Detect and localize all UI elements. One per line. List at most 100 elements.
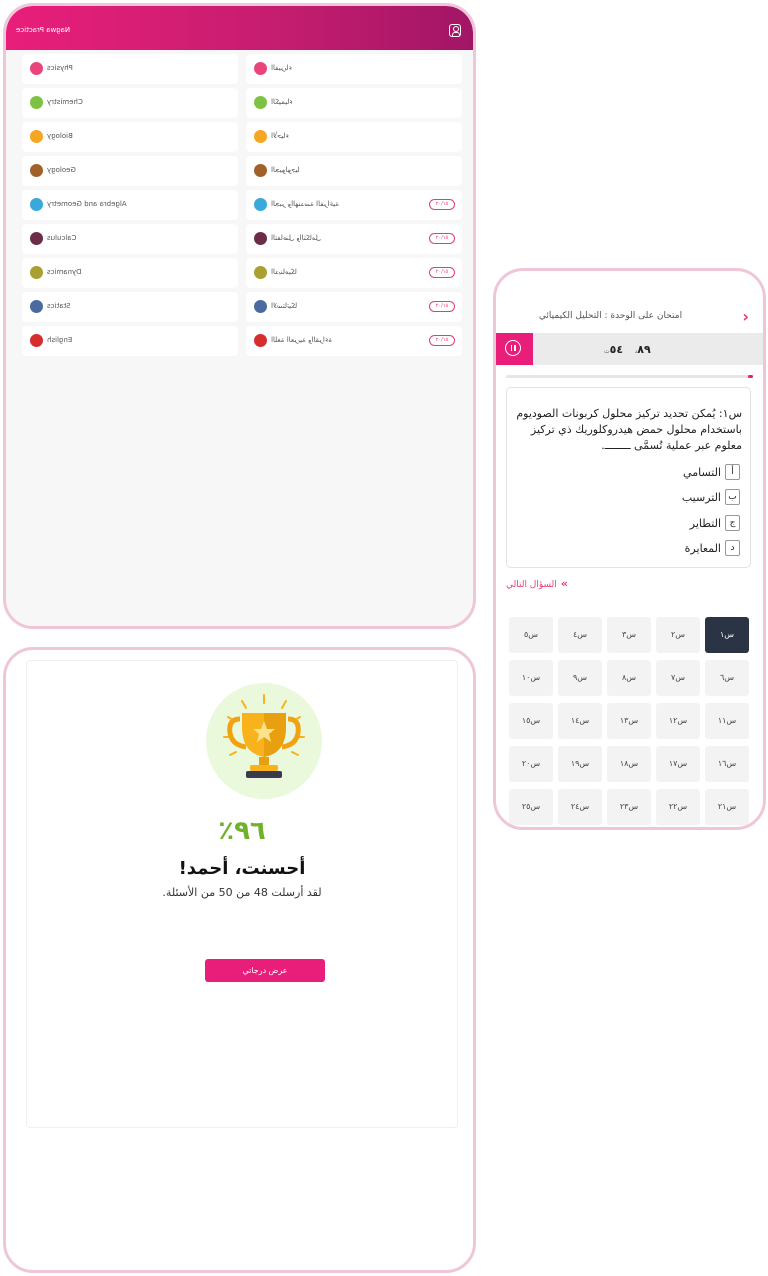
question-number-button[interactable]: س١٣ bbox=[607, 703, 651, 739]
subject-icon bbox=[254, 62, 267, 75]
subject-card[interactable]: الجبر والهندسة الفراغية ٢٠/١٥ bbox=[246, 190, 462, 220]
subject-icon bbox=[30, 232, 43, 245]
subject-card[interactable]: الفيزياء bbox=[246, 54, 462, 84]
subject-card[interactable]: الاستاتيكا ٢٠/١٥ bbox=[246, 292, 462, 322]
view-grades-button[interactable]: عرض درجاتي bbox=[205, 959, 325, 982]
pause-icon bbox=[505, 340, 521, 356]
answer-option[interactable]: ب الترسيب bbox=[682, 489, 740, 505]
question-number-button[interactable]: س٩ bbox=[558, 660, 602, 696]
question-number-button[interactable]: س١٩ bbox=[558, 746, 602, 782]
subject-card[interactable]: Statics bbox=[22, 292, 238, 322]
subject-card[interactable]: Physics bbox=[22, 54, 238, 84]
result-tablet: ٩٦٪ أحسنت، أحمد! لقد أرسلت 48 من 50 من ا… bbox=[3, 647, 476, 1273]
option-text: التسامي bbox=[683, 465, 721, 479]
option-key: ب bbox=[725, 489, 740, 505]
subject-card[interactable]: Geology bbox=[22, 156, 238, 186]
subject-card[interactable]: Biology bbox=[22, 122, 238, 152]
subject-icon bbox=[30, 266, 43, 279]
subject-card[interactable]: اللغة العربية والقراءة ٢٠/١٥ bbox=[246, 326, 462, 356]
subject-icon bbox=[254, 300, 267, 313]
profile-icon[interactable] bbox=[449, 24, 461, 37]
question-number-button[interactable]: س٨ bbox=[607, 660, 651, 696]
answer-option[interactable]: ج التطاير bbox=[690, 515, 740, 531]
subject-icon bbox=[30, 198, 43, 211]
subject-row: Calculus التفاضل والتكامل ٢٠/١٥ bbox=[22, 224, 462, 254]
subject-icon bbox=[30, 334, 43, 347]
subject-label: Statics bbox=[47, 302, 71, 310]
exam-progress-fill bbox=[748, 375, 753, 378]
question-number-button[interactable]: س٤ bbox=[558, 617, 602, 653]
progress-badge: ٢٠/١٥ bbox=[429, 301, 455, 312]
question-number-button[interactable]: س٢٥ bbox=[509, 789, 553, 825]
exam-phone: امتحان على الوحدة : التحليل الكيميائي › … bbox=[493, 268, 766, 830]
subject-card[interactable]: الجيولوجيا bbox=[246, 156, 462, 186]
question-number-button[interactable]: س١٨ bbox=[607, 746, 651, 782]
subject-row: Chemistry الكيمياء bbox=[22, 88, 462, 118]
question-number-button[interactable]: س٢ bbox=[656, 617, 700, 653]
trophy-icon bbox=[206, 683, 322, 799]
question-text: س١: يُمكن تحديد تركيز محلول كربونات الصو… bbox=[516, 407, 742, 452]
question-number-button[interactable]: س١٤ bbox=[558, 703, 602, 739]
question-number-button[interactable]: س٢٢ bbox=[656, 789, 700, 825]
subject-card[interactable]: الأحياء bbox=[246, 122, 462, 152]
question-number-button[interactable]: س١١ bbox=[705, 703, 749, 739]
subject-icon bbox=[254, 266, 267, 279]
question-number-button[interactable]: س٢٣ bbox=[607, 789, 651, 825]
subject-label: الديناميكا bbox=[271, 268, 297, 276]
question-number-button[interactable]: س٢١ bbox=[705, 789, 749, 825]
subject-row: English اللغة العربية والقراءة ٢٠/١٥ bbox=[22, 326, 462, 356]
chevron-right-icon[interactable]: › bbox=[742, 309, 749, 325]
option-text: المعايرة bbox=[684, 541, 721, 555]
pause-button[interactable] bbox=[496, 333, 533, 365]
next-question-link[interactable]: »السؤال التالي bbox=[506, 577, 568, 590]
subject-label: الكيمياء bbox=[271, 98, 293, 106]
subject-label: Calculus bbox=[47, 234, 77, 242]
submission-summary: لقد أرسلت 48 من 50 من الأسئلة. bbox=[162, 886, 322, 899]
subject-label: Dynamics bbox=[47, 268, 82, 276]
question-number-button[interactable]: س١٥ bbox=[509, 703, 553, 739]
timer-readout: ٨٩د ٥٤ث bbox=[604, 343, 651, 356]
subject-label: التفاضل والتكامل bbox=[271, 234, 321, 242]
subject-card[interactable]: الكيمياء bbox=[246, 88, 462, 118]
question-card: س١: يُمكن تحديد تركيز محلول كربونات الصو… bbox=[506, 387, 751, 568]
subject-label: Biology bbox=[47, 132, 73, 140]
question-number-button[interactable]: س١٠ bbox=[509, 660, 553, 696]
question-number-button[interactable]: س٢٤ bbox=[558, 789, 602, 825]
question-number-button[interactable]: س٧ bbox=[656, 660, 700, 696]
subject-icon bbox=[30, 62, 43, 75]
subject-row: Physics الفيزياء bbox=[22, 54, 462, 84]
question-number-button[interactable]: س١٦ bbox=[705, 746, 749, 782]
subject-card[interactable]: English bbox=[22, 326, 238, 356]
subjects-tablet: Nagwa Practice Physics الفيزياء Chemistry ا… bbox=[3, 3, 476, 629]
question-number-button[interactable]: س٢٠ bbox=[509, 746, 553, 782]
subject-icon bbox=[30, 164, 43, 177]
answer-option[interactable]: أ التسامي bbox=[683, 464, 740, 480]
subject-label: الجيولوجيا bbox=[271, 166, 300, 174]
subject-card[interactable]: Algebra and Geometry bbox=[22, 190, 238, 220]
question-number-button[interactable]: س٣ bbox=[607, 617, 651, 653]
subject-label: الفيزياء bbox=[271, 64, 292, 72]
question-number-button[interactable]: س٦ bbox=[705, 660, 749, 696]
question-number-button[interactable]: س١ bbox=[705, 617, 749, 653]
subject-label: Physics bbox=[47, 64, 73, 72]
subject-card[interactable]: Dynamics bbox=[22, 258, 238, 288]
progress-badge: ٢٠/١٥ bbox=[429, 199, 455, 210]
timer-seconds: ٥٤ bbox=[609, 343, 624, 356]
progress-badge: ٢٠/١٥ bbox=[429, 267, 455, 278]
subject-label: الجبر والهندسة الفراغية bbox=[271, 200, 340, 208]
question-number-button[interactable]: س١٧ bbox=[656, 746, 700, 782]
question-number-button[interactable]: س١٢ bbox=[656, 703, 700, 739]
option-text: الترسيب bbox=[681, 490, 721, 504]
subject-card[interactable]: Calculus bbox=[22, 224, 238, 254]
subject-row: Dynamics الديناميكا ٢٠/١٥ bbox=[22, 258, 462, 288]
result-card: ٩٦٪ أحسنت، أحمد! لقد أرسلت 48 من 50 من ا… bbox=[26, 660, 458, 1128]
subject-card[interactable]: الديناميكا ٢٠/١٥ bbox=[246, 258, 462, 288]
question-number-button[interactable]: س٥ bbox=[509, 617, 553, 653]
subject-card[interactable]: التفاضل والتكامل ٢٠/١٥ bbox=[246, 224, 462, 254]
answer-option[interactable]: د المعايرة bbox=[685, 540, 740, 556]
app-title: Nagwa Practice bbox=[16, 26, 71, 34]
subject-card[interactable]: Chemistry bbox=[22, 88, 238, 118]
subject-icon bbox=[254, 232, 267, 245]
subject-label: Algebra and Geometry bbox=[47, 200, 127, 208]
option-text: التطاير bbox=[689, 516, 721, 530]
